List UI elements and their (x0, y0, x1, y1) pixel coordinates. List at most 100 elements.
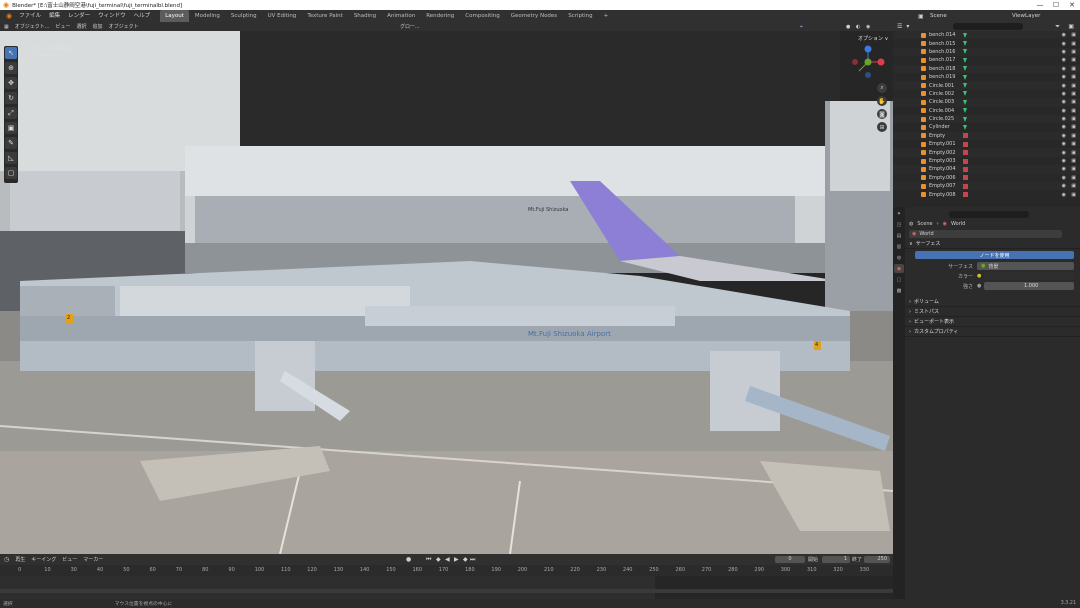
empty-data-icon[interactable] (963, 183, 968, 189)
menu-keying[interactable]: キーイング (31, 556, 56, 563)
outliner-row[interactable]: Circle.001 ◉ ▣ (893, 81, 1080, 90)
rotate-tool-icon[interactable]: ↻ (5, 92, 17, 104)
add-cube-tool-icon[interactable]: ▢ (5, 167, 17, 179)
empty-data-icon[interactable] (963, 175, 968, 181)
empty-data-icon[interactable] (963, 150, 968, 156)
render-camera-icon[interactable]: ▣ (1071, 66, 1076, 72)
viewport-display-panel-header[interactable]: › ビューポート表示 (905, 317, 1080, 327)
new-collection-icon[interactable]: ▣ (1068, 23, 1074, 30)
color-swatch[interactable] (984, 272, 1074, 280)
mesh-data-icon[interactable] (963, 83, 967, 89)
properties-search-field[interactable] (949, 210, 1029, 218)
timeline-scrollbar[interactable] (0, 589, 893, 593)
menu-add[interactable]: 追加 (93, 23, 103, 30)
maximize-button[interactable]: ☐ (1048, 0, 1064, 10)
surface-selector[interactable]: ● 背景 (977, 262, 1074, 270)
tab-uv-editing[interactable]: UV Editing (263, 10, 302, 22)
render-camera-icon[interactable]: ▣ (1071, 41, 1076, 47)
tab-geometry-nodes[interactable]: Geometry Nodes (506, 10, 562, 22)
render-camera-icon[interactable]: ▣ (1071, 83, 1076, 89)
outliner-row[interactable]: Empty.008 ◉ ▣ (893, 190, 1080, 198)
render-camera-icon[interactable]: ▣ (1071, 91, 1076, 97)
mesh-data-icon[interactable] (963, 108, 967, 114)
outliner-row[interactable]: Circle.025 ◉ ▣ (893, 114, 1080, 124)
zoom-icon[interactable]: ⌕ (877, 83, 887, 93)
tab-texture-paint[interactable]: Texture Paint (302, 10, 348, 22)
menu-view[interactable]: ビュー (56, 23, 71, 30)
visibility-eye-icon[interactable]: ◉ (1062, 183, 1066, 189)
visibility-eye-icon[interactable]: ◉ (1062, 150, 1066, 156)
outliner-row[interactable]: Circle.002 ◉ ▣ (893, 90, 1080, 98)
record-button[interactable]: ● (406, 556, 411, 563)
render-camera-icon[interactable]: ▣ (1071, 32, 1076, 38)
navigation-gizmo[interactable] (851, 45, 885, 79)
tab-layout[interactable]: Layout (160, 10, 189, 22)
empty-data-icon[interactable] (963, 141, 968, 147)
visibility-eye-icon[interactable]: ◉ (1062, 166, 1066, 172)
outliner-row[interactable]: Empty.001 ◉ ▣ (893, 140, 1080, 148)
next-key-icon[interactable]: ◆ (463, 556, 468, 563)
outliner-row[interactable]: Cylinder ◉ ▣ (893, 123, 1080, 131)
visibility-eye-icon[interactable]: ◉ (1062, 83, 1066, 89)
mesh-data-icon[interactable] (963, 57, 967, 63)
frame-ruler[interactable]: 0 10 30 40 50 60 70 80 90 100 110 120 130 140 150 160 17… (0, 565, 893, 576)
visibility-eye-icon[interactable]: ◉ (1062, 141, 1066, 147)
select-tool-icon[interactable]: ↖ (5, 47, 17, 59)
scene-selector-icon[interactable]: ▣ (918, 13, 924, 20)
pan-hand-icon[interactable]: ✋ (877, 96, 887, 106)
visibility-eye-icon[interactable]: ◉ (1062, 108, 1066, 114)
empty-data-icon[interactable] (963, 166, 968, 172)
menu-object[interactable]: オブジェクト (109, 23, 139, 30)
blender-menu-icon[interactable]: ◉ (3, 12, 15, 20)
shading-rendered-icon[interactable]: ◉ (866, 24, 870, 30)
menu-window[interactable]: ウィンドウ (94, 10, 130, 22)
timeline-editor-icon[interactable]: ◷ (4, 556, 9, 563)
cursor-tool-icon[interactable]: ⊕ (5, 62, 17, 74)
mode-selector[interactable]: オブジェクト... (15, 23, 50, 30)
render-camera-icon[interactable]: ▣ (1071, 192, 1076, 198)
outliner-search-field[interactable] (953, 23, 1024, 30)
visibility-eye-icon[interactable]: ◉ (1062, 133, 1066, 139)
empty-data-icon[interactable] (963, 133, 968, 139)
end-frame-field[interactable]: 250 (864, 556, 890, 563)
render-camera-icon[interactable]: ▣ (1071, 49, 1076, 55)
visibility-eye-icon[interactable]: ◉ (1062, 99, 1066, 105)
menu-edit[interactable]: 編集 (45, 10, 64, 22)
move-tool-icon[interactable]: ✥ (5, 77, 17, 89)
strength-socket-icon[interactable]: ● (977, 283, 981, 289)
tab-modeling[interactable]: Modeling (190, 10, 225, 22)
color-socket-icon[interactable]: ● (977, 273, 981, 279)
tab-animation[interactable]: Animation (382, 10, 420, 22)
minimize-button[interactable]: — (1032, 0, 1048, 10)
render-camera-icon[interactable]: ▣ (1071, 158, 1076, 164)
visibility-eye-icon[interactable]: ◉ (1062, 66, 1066, 72)
menu-timeline-view[interactable]: ビュー (62, 556, 77, 563)
outliner-row[interactable]: bench.017 ◉ ▣ (893, 56, 1080, 64)
scale-tool-icon[interactable]: ⤢ (5, 107, 17, 119)
camera-view-icon[interactable]: ◙ (877, 109, 887, 119)
tool-tab-icon[interactable]: ✦ (894, 209, 904, 218)
gizmo-toggle-icon[interactable]: ⌖ (800, 24, 803, 30)
outliner-row[interactable]: bench.018 ◉ ▣ (893, 64, 1080, 73)
filter-icon[interactable]: ⏷ (1055, 23, 1060, 31)
timeline[interactable]: 0 10 30 40 50 60 70 80 90 100 110 120 130 140 150 160 17… (0, 565, 893, 599)
jump-end-icon[interactable]: ⏭ (470, 556, 475, 564)
play-reverse-icon[interactable]: ◀ (445, 556, 450, 563)
collection-tab-icon[interactable]: ▢ (894, 275, 904, 284)
tab-compositing[interactable]: Compositing (460, 10, 504, 22)
outliner-row[interactable]: Empty.006 ◉ ▣ (893, 174, 1080, 182)
outliner-row[interactable]: bench.016 ◉ ▣ (893, 47, 1080, 57)
menu-help[interactable]: ヘルプ (130, 10, 155, 22)
menu-file[interactable]: ファイル (15, 10, 45, 22)
close-button[interactable]: ✕ (1064, 0, 1080, 10)
visibility-eye-icon[interactable]: ◉ (1062, 32, 1066, 38)
view-layer-selector[interactable]: ViewLayer (1008, 10, 1044, 22)
mesh-data-icon[interactable] (963, 91, 967, 97)
shading-material-icon[interactable]: ◐ (856, 24, 860, 30)
menu-marker[interactable]: マーカー (83, 556, 103, 563)
use-nodes-button[interactable]: ノードを使用 (915, 251, 1074, 259)
mesh-data-icon[interactable] (963, 99, 967, 105)
mesh-data-icon[interactable] (963, 74, 967, 80)
render-camera-icon[interactable]: ▣ (1071, 175, 1076, 181)
render-camera-icon[interactable]: ▣ (1071, 108, 1076, 114)
